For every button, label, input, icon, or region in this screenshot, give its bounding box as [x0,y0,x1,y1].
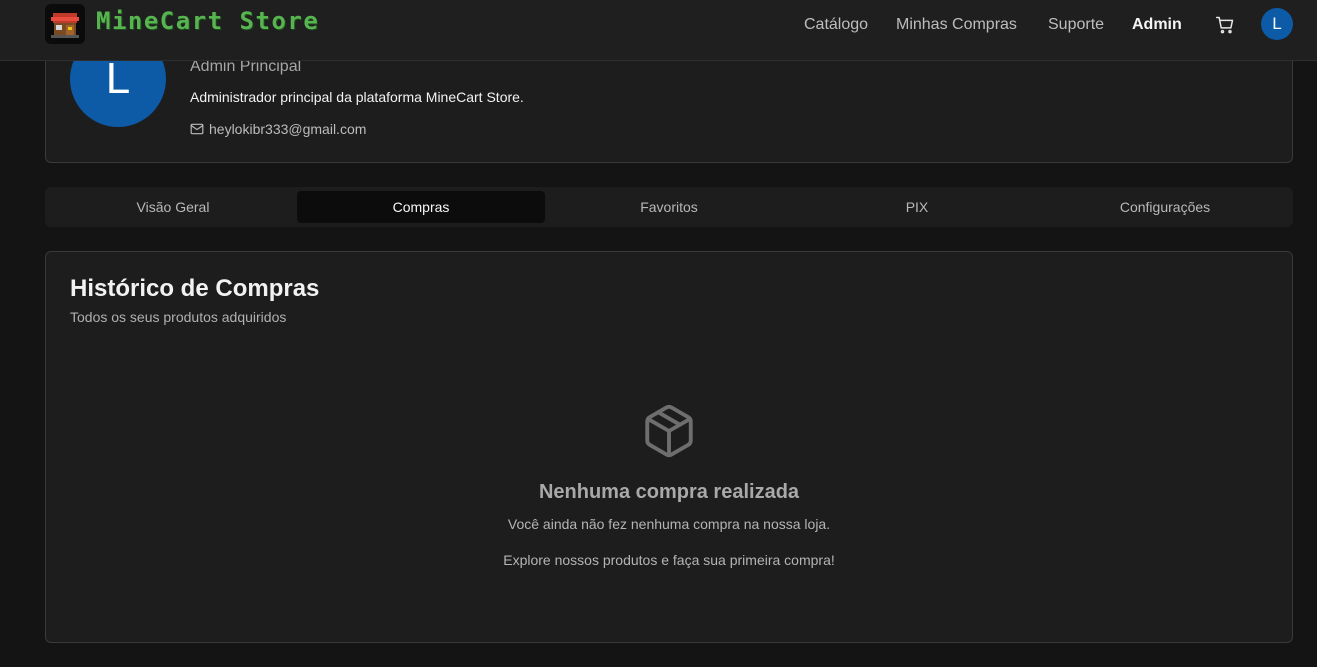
cart-icon[interactable] [1215,15,1235,35]
tab-configuracoes[interactable]: Configurações [1041,191,1289,223]
mail-icon [190,123,204,135]
tab-visao-geral[interactable]: Visão Geral [49,191,297,223]
package-icon [640,400,698,462]
card-title: Histórico de Compras [70,275,320,302]
tab-pix[interactable]: PIX [793,191,1041,223]
profile-email-row: heylokibr333@gmail.com [190,120,366,138]
profile-description: Administrador principal da plataforma Mi… [190,89,524,105]
brand-name[interactable]: MineCart Store [96,7,319,35]
nav-minhas-compras[interactable]: Minhas Compras [896,14,1017,36]
empty-state-text: Você ainda não fez nenhuma compra na nos… [507,516,831,532]
purchase-history-card: Histórico de Compras Todos os seus produ… [45,251,1293,643]
tab-compras[interactable]: Compras [297,191,545,223]
card-subtitle: Todos os seus produtos adquiridos [70,309,287,325]
profile-tabs: Visão Geral Compras Favoritos PIX Config… [45,187,1293,227]
profile-email: heylokibr333@gmail.com [209,121,367,137]
tab-favoritos[interactable]: Favoritos [545,191,793,223]
empty-state-title: Nenhuma compra realizada [538,481,800,503]
nav-suporte[interactable]: Suporte [1048,14,1104,36]
nav-admin[interactable]: Admin [1132,14,1182,36]
user-avatar[interactable]: L [1261,8,1293,40]
empty-state-cta: Explore nossos produtos e faça sua prime… [503,552,835,568]
top-navbar: MineCart Store Catálogo Minhas Compras S… [0,0,1317,61]
store-logo-icon[interactable] [45,4,85,44]
nav-catalogo[interactable]: Catálogo [804,14,868,36]
